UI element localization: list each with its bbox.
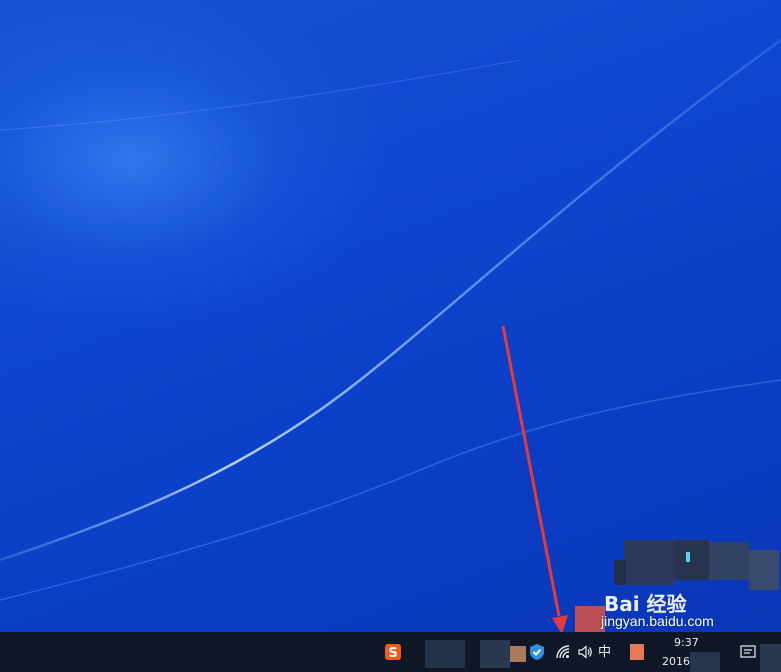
blurred-taskbar-item xyxy=(480,640,510,668)
annotation-arrow-shaft xyxy=(501,325,561,617)
security-shield-icon[interactable] xyxy=(527,632,547,672)
wifi-icon[interactable] xyxy=(553,632,573,672)
svg-text:S: S xyxy=(388,646,397,661)
ime-icon[interactable] xyxy=(630,644,644,660)
blurred-taskbar-item xyxy=(760,644,781,672)
sogou-input-icon[interactable]: S xyxy=(383,632,403,672)
volume-icon[interactable] xyxy=(575,632,595,672)
desktop-wallpaper xyxy=(0,0,781,632)
blurred-widget xyxy=(614,530,781,590)
clock-date[interactable]: 2016 xyxy=(662,655,690,668)
blurred-taskbar-item xyxy=(510,646,526,662)
action-center-icon[interactable] xyxy=(738,632,758,672)
watermark-url: jingyan.baidu.com xyxy=(601,613,714,629)
blurred-taskbar-item xyxy=(425,640,465,668)
annotation-arrow-head xyxy=(552,615,568,632)
blurred-clock-area xyxy=(690,652,720,672)
ime-mode-label[interactable]: 中 xyxy=(598,641,611,660)
clock-time[interactable]: 9:37 xyxy=(674,636,699,649)
